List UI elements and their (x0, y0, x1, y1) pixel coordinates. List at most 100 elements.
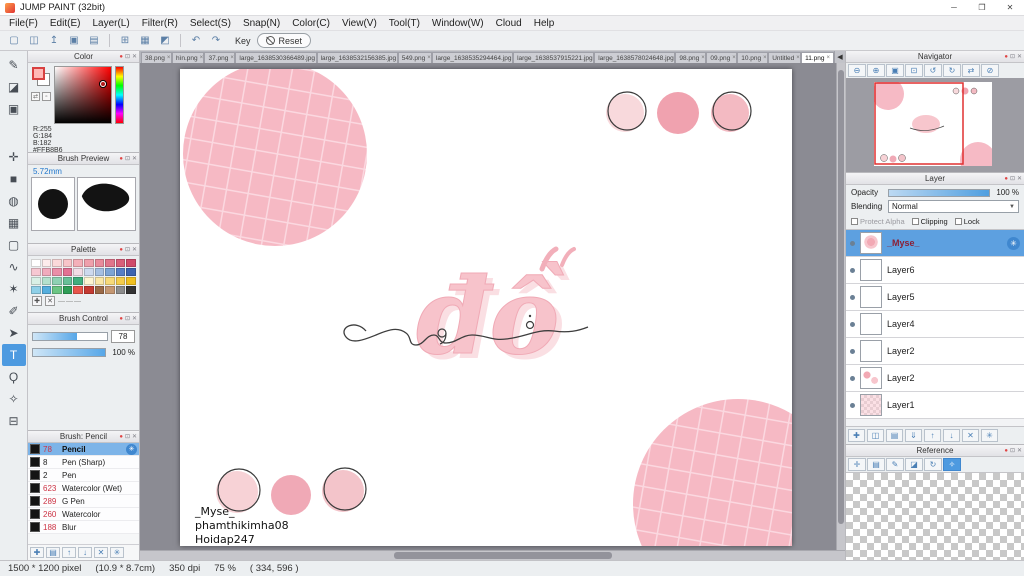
checkbox-icon[interactable] (954, 218, 962, 225)
layer-row[interactable]: Layer1 ✳ (846, 392, 1024, 419)
grid-icon[interactable]: ⊞ (116, 33, 134, 49)
divide-tool[interactable]: ⊟ (2, 410, 26, 432)
merge-down-button[interactable]: ⇓ (905, 429, 922, 442)
palette-swatch[interactable] (126, 268, 136, 276)
move-up-button[interactable]: ↑ (924, 429, 941, 442)
undo-button[interactable]: ↶ (187, 33, 205, 49)
document-tab[interactable]: Untitled × (768, 52, 802, 63)
gradient-tool[interactable]: ▦ (2, 212, 26, 234)
menu-item[interactable]: Tool(T) (383, 18, 426, 29)
detach-icon[interactable]: ● (119, 434, 123, 440)
tab-close-icon[interactable]: × (427, 55, 431, 61)
brush-tool[interactable]: ✎ (2, 54, 26, 76)
palette-swatch[interactable] (31, 259, 41, 267)
palette-swatch[interactable] (52, 259, 62, 267)
saturation-value-picker[interactable] (54, 66, 112, 124)
palette-swatch[interactable] (105, 259, 115, 267)
brush-row[interactable]: 78 Pencil ✳ (28, 443, 139, 456)
layer-opacity-slider[interactable] (888, 188, 990, 197)
erase-ref-button[interactable]: ◪ (905, 458, 923, 471)
palette-swatch[interactable] (84, 268, 94, 276)
collapse-icon[interactable]: ⊡ (125, 434, 130, 440)
paste-icon[interactable]: ▤ (85, 33, 103, 49)
delete-swatch-button[interactable]: ✕ (45, 296, 55, 306)
brush-row[interactable]: 289 G Pen ✳ (28, 495, 139, 508)
palette-swatch[interactable] (84, 277, 94, 285)
palette-swatch[interactable] (84, 286, 94, 294)
layer-option-checkbox[interactable]: Protect Alpha (851, 217, 905, 226)
document-tab[interactable]: large_1638578024648.jpg × (594, 52, 676, 63)
palette-swatch[interactable] (73, 268, 83, 276)
close-icon[interactable]: ✕ (132, 434, 137, 440)
palette-swatch[interactable] (126, 277, 136, 285)
draw-ref-button[interactable]: ✎ (886, 458, 904, 471)
brush-size-input[interactable]: 78 (111, 330, 135, 343)
document-tab[interactable]: large_1638532156385.jpg × (316, 52, 398, 63)
redo-button[interactable]: ↷ (207, 33, 225, 49)
palette-swatch[interactable] (62, 259, 73, 267)
close-icon[interactable]: ✕ (1017, 176, 1022, 182)
collapse-icon[interactable]: ⊡ (125, 54, 130, 60)
palette-swatch[interactable] (73, 286, 83, 294)
menu-item[interactable]: Filter(R) (136, 18, 184, 29)
palette-swatch[interactable] (73, 277, 83, 285)
detach-icon[interactable]: ● (119, 247, 123, 253)
minimize-button[interactable]: ─ (940, 0, 968, 15)
tab-close-icon[interactable]: × (230, 55, 234, 61)
document-tab[interactable]: large_1638535294464.jpg × (431, 52, 514, 63)
detach-icon[interactable]: ● (119, 156, 123, 162)
reset-button[interactable]: Reset (256, 33, 312, 48)
navigator-preview[interactable] (874, 82, 992, 166)
close-icon[interactable]: ✕ (132, 247, 137, 253)
tab-close-icon[interactable]: × (701, 55, 705, 61)
layer-settings-button[interactable]: ✳ (981, 429, 998, 442)
palette-swatch[interactable] (41, 268, 52, 276)
close-icon[interactable]: ✕ (1017, 54, 1022, 60)
reference-canvas[interactable] (846, 472, 1024, 560)
collapse-icon[interactable]: ⊡ (1010, 176, 1015, 182)
palette-swatch[interactable] (41, 259, 52, 267)
vertical-scrollbar-thumb[interactable] (838, 70, 844, 524)
foreground-color-swatch[interactable] (32, 67, 45, 80)
eyedropper-tool[interactable]: ✧ (2, 388, 26, 410)
document-tab[interactable]: 11.png × (801, 52, 834, 63)
hue-slider[interactable] (115, 66, 124, 124)
layer-row[interactable]: Layer5 ✳ (846, 284, 1024, 311)
palette-swatch[interactable] (31, 286, 41, 294)
reset-view-button[interactable]: ⊘ (981, 64, 999, 77)
brush-size-slider[interactable] (32, 332, 108, 341)
horizontal-scrollbar-thumb[interactable] (393, 552, 613, 559)
tab-scroll-left-button[interactable]: ◀ (834, 51, 845, 63)
zoom-out-button[interactable]: ⊖ (848, 64, 866, 77)
brush-settings-icon[interactable]: ✳ (126, 443, 137, 455)
rotate-left-button[interactable]: ↺ (924, 64, 942, 77)
rotate-ref-button[interactable]: ↻ (924, 458, 942, 471)
pick-ref-button[interactable]: ✧ (943, 458, 961, 471)
layer-row[interactable]: Layer4 ✳ (846, 311, 1024, 338)
move-tool[interactable]: ✛ (2, 146, 26, 168)
copy-icon[interactable]: ▣ (65, 33, 83, 49)
palette-swatch[interactable] (115, 259, 126, 267)
palette-swatch[interactable] (105, 286, 115, 294)
magic-wand-tool[interactable]: ✶ (2, 278, 26, 300)
actual-size-button[interactable]: ⊡ (905, 64, 923, 77)
delete-brush-button[interactable]: ✕ (94, 547, 108, 558)
material-icon[interactable]: ◩ (156, 33, 174, 49)
fill-rect-tool[interactable]: ■ (2, 168, 26, 190)
checkbox-icon[interactable] (911, 218, 919, 225)
document-tab[interactable]: 10.png × (737, 52, 769, 63)
zoom-in-button[interactable]: ⊕ (867, 64, 885, 77)
palette-swatch[interactable] (115, 268, 126, 276)
add-brush-button[interactable]: ✚ (30, 547, 44, 558)
document-tab[interactable]: 98.png × (675, 52, 707, 63)
palette-swatch[interactable] (126, 259, 136, 267)
palette-swatch[interactable] (115, 286, 126, 294)
brush-row[interactable]: 260 Watercolor ✳ (28, 508, 139, 521)
palette-swatch[interactable] (62, 268, 73, 276)
layer-visibility-toggle[interactable] (850, 375, 855, 381)
detach-icon[interactable]: ● (1004, 176, 1008, 182)
new-canvas-icon[interactable]: ▢ (5, 33, 23, 49)
collapse-icon[interactable]: ⊡ (125, 247, 130, 253)
palette-swatch[interactable] (105, 268, 115, 276)
layer-option-checkbox[interactable]: Clipping (911, 217, 948, 226)
